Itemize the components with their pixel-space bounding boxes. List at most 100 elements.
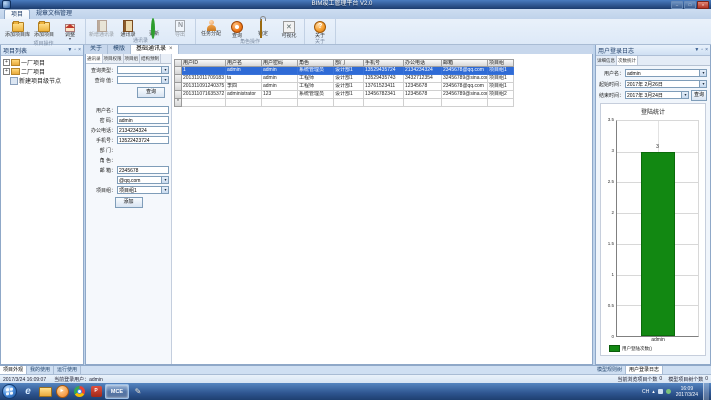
cell[interactable]: 李四: [226, 83, 262, 91]
cell[interactable]: [298, 99, 334, 107]
query-type-select[interactable]: ▼: [117, 66, 169, 74]
tab-close-icon[interactable]: ×: [169, 46, 173, 52]
tray-up-arrow-icon[interactable]: ▴: [652, 389, 655, 395]
cell[interactable]: admin: [262, 75, 298, 83]
end-time-picker[interactable]: 2017年 3月24日 ▼: [625, 91, 689, 99]
cell[interactable]: admin: [262, 67, 298, 75]
expand-icon[interactable]: +: [3, 68, 10, 75]
add-project-button[interactable]: 添加项目: [31, 19, 57, 38]
tab-count-stats[interactable]: 次数统计: [617, 56, 638, 65]
col-header-password[interactable]: 用户密码: [262, 59, 298, 67]
taskbar-chrome-icon[interactable]: [71, 385, 87, 398]
mobile-field[interactable]: 13522423724: [117, 136, 169, 144]
col-header-office-phone[interactable]: 办公电话: [404, 59, 442, 67]
cell[interactable]: 设计部1: [334, 75, 364, 83]
tray-status-icon[interactable]: [666, 389, 671, 394]
cell[interactable]: 13456782341: [364, 91, 404, 99]
taskbar-brush-icon[interactable]: ✎: [130, 385, 146, 398]
form-tab-structure[interactable]: 结构预制: [140, 54, 161, 63]
cell[interactable]: 2345678@qq.com: [442, 67, 488, 75]
cell[interactable]: 201311071635372: [182, 91, 226, 99]
table-row[interactable]: 201311011709183 ta admin 工程师 设计部1 135294…: [174, 75, 514, 83]
taskbar-pdf-icon[interactable]: P: [88, 385, 104, 398]
col-header-email[interactable]: 邮箱: [442, 59, 488, 67]
visualize-button[interactable]: 可视化: [276, 19, 302, 39]
panel-pin-icon[interactable]: ▫: [701, 46, 703, 55]
taskbar-mce-app-active[interactable]: MCE: [105, 384, 129, 399]
about-button[interactable]: 关于: [307, 19, 333, 39]
cell[interactable]: 3432712354: [404, 75, 442, 83]
add-contact-button[interactable]: 新增通讯录: [88, 19, 115, 38]
office-phone-field[interactable]: 2134234324: [117, 126, 169, 134]
row-header[interactable]: [174, 91, 182, 99]
panel-dropdown-icon[interactable]: ▼: [694, 46, 699, 55]
cell[interactable]: 设计部1: [334, 67, 364, 75]
chevron-down-icon[interactable]: ▼: [681, 91, 689, 99]
refresh-button[interactable]: 更新: [141, 19, 167, 37]
app-menu-button[interactable]: [2, 0, 11, 9]
cell[interactable]: 设计部1: [334, 83, 364, 91]
email-field[interactable]: 2345678: [117, 166, 169, 174]
cell[interactable]: 项目组1: [488, 75, 514, 83]
username-field[interactable]: [117, 106, 169, 114]
cell[interactable]: ta: [226, 75, 262, 83]
cell[interactable]: 系统管理员: [298, 91, 334, 99]
assign-task-button[interactable]: 任务分配: [198, 19, 224, 37]
col-header-user-id[interactable]: 用户ID: [182, 59, 226, 67]
row-header[interactable]: [174, 83, 182, 91]
cell[interactable]: 工程师: [298, 75, 334, 83]
col-header-dept[interactable]: 部门: [334, 59, 364, 67]
form-tab-groups[interactable]: 项目组: [124, 54, 141, 63]
row-header[interactable]: [174, 67, 182, 75]
cell[interactable]: 201311011709183: [182, 75, 226, 83]
password-field[interactable]: admin: [117, 116, 169, 124]
chevron-down-icon[interactable]: ▼: [699, 69, 707, 77]
cell[interactable]: 项目组1: [488, 83, 514, 91]
cell[interactable]: [262, 99, 298, 107]
cell[interactable]: 工程师: [298, 83, 334, 91]
panel-close-icon[interactable]: ×: [705, 46, 708, 55]
query-value-select[interactable]: ▼: [117, 76, 169, 84]
cell[interactable]: 2134234324: [404, 67, 442, 75]
cell[interactable]: 2345678@qq.com: [442, 83, 488, 91]
chevron-down-icon[interactable]: ▼: [161, 66, 169, 74]
col-header-role[interactable]: 角色: [298, 59, 334, 67]
cell[interactable]: 23456789@sina.com: [442, 91, 488, 99]
chevron-down-icon[interactable]: ▼: [161, 76, 169, 84]
cell[interactable]: 系统管理员: [298, 67, 334, 75]
cell[interactable]: 13761523411: [364, 83, 404, 91]
table-row[interactable]: 201311091240375 李四 admin 工程师 设计部1 137615…: [174, 83, 514, 91]
form-tab-permissions[interactable]: 项目权限: [103, 54, 124, 63]
project-group-select[interactable]: 项目组1 ▼: [117, 186, 169, 194]
cell[interactable]: 项目组1: [488, 67, 514, 75]
tray-network-icon[interactable]: [658, 389, 663, 394]
form-tab-contacts[interactable]: 通讯录: [86, 54, 103, 63]
taskbar-explorer-icon[interactable]: [37, 385, 53, 398]
cell[interactable]: [488, 99, 514, 107]
cell[interactable]: [182, 99, 226, 107]
cell[interactable]: administrator: [226, 91, 262, 99]
taskbar-media-player-icon[interactable]: ▸: [54, 385, 70, 398]
start-time-picker[interactable]: 2017年 2月26日 ▼: [625, 80, 707, 88]
start-button[interactable]: [2, 384, 17, 399]
cell[interactable]: 1: [182, 67, 226, 75]
cell[interactable]: 13529435743: [364, 75, 404, 83]
grid-new-row[interactable]: *: [174, 99, 514, 107]
doc-tab-template[interactable]: 模版: [108, 44, 131, 54]
cell[interactable]: 123: [262, 91, 298, 99]
form-search-button[interactable]: 查询: [137, 87, 165, 98]
cell[interactable]: 12345678: [404, 91, 442, 99]
add-project-library-button[interactable]: 添加项目库: [4, 19, 31, 38]
cell[interactable]: admin: [226, 67, 262, 75]
tray-language-indicator[interactable]: CH: [642, 389, 649, 395]
lock-button[interactable]: 锁定: [250, 19, 276, 37]
email-domain-select[interactable]: @qq.com ▼: [117, 176, 169, 184]
cell[interactable]: [442, 99, 488, 107]
cell[interactable]: admin: [262, 83, 298, 91]
tree-item-plant2[interactable]: + 二厂项目: [1, 67, 83, 76]
tree-item-new-project-node[interactable]: 新建项目级节点: [1, 76, 83, 85]
adjust-button[interactable]: 调整 ▼: [57, 19, 83, 41]
show-desktop-button[interactable]: [703, 383, 709, 400]
chevron-down-icon[interactable]: ▼: [161, 186, 169, 194]
log-username-select[interactable]: admin ▼: [625, 69, 707, 77]
